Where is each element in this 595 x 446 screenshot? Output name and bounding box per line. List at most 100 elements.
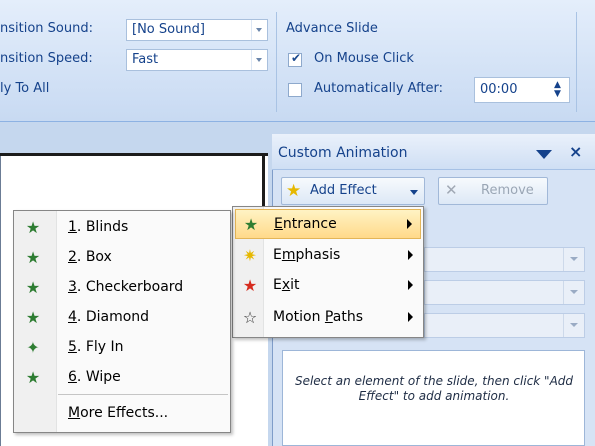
transition-speed-label: nsition Speed: [0,51,93,66]
add-effect-button[interactable]: ★ Add Effect [281,177,425,205]
pane-title: Custom Animation [278,145,408,161]
add-effect-star-icon: ★ [286,181,302,201]
menu-item-label: 1. Blinds [68,219,128,235]
menu-item-wipe[interactable]: ★ 6. Wipe [16,363,228,393]
menu-item-label: Entrance [274,216,337,232]
accelerator-key: P [324,309,333,325]
transition-sound-combo[interactable]: [No Sound] [126,19,268,41]
time-value: 00:00 [480,82,518,97]
menu-item-emphasis[interactable]: ✷ Emphasis [235,241,421,271]
menu-item-label: 2. Box [68,249,112,265]
menu-item-entrance[interactable]: ★ Entrance [235,209,421,239]
menu-item-text: . Box [76,249,112,265]
menu-item-label: 5. Fly In [68,339,124,355]
submenu-arrow-icon [408,312,413,322]
group-separator [576,12,577,112]
chevron-down-icon[interactable] [251,20,267,40]
spin-up-down-icon[interactable]: ▲ ▼ [554,81,561,99]
menu-item-label: 6. Wipe [68,369,121,385]
animation-hint-text: Select an element of the slide, then cli… [294,374,574,403]
group-separator [276,12,277,112]
green-star-icon: ★ [25,368,41,387]
transition-sound-label: nsition Sound: [0,21,93,36]
apply-to-all-button[interactable]: ly To All [0,81,49,96]
menu-item-text: ntrance [282,216,337,232]
yellow-star-icon: ✷ [243,246,257,265]
menu-item-exit[interactable]: ★ Exit [235,271,421,301]
green-star-icon: ★ [243,215,259,234]
accelerator-key: 1 [68,219,77,235]
green-star-icon: ★ [25,308,41,327]
accelerator-key: 3 [68,279,77,295]
remove-icon: ✕ [445,181,458,199]
chevron-down-icon [563,281,584,304]
remove-label: Remove [481,183,534,198]
checkmark-icon: ✔ [291,51,302,65]
menu-item-text: ore Effects... [80,405,169,421]
property-dropdown[interactable] [424,280,585,305]
menu-item-blinds[interactable]: ★ 1. Blinds [16,213,228,243]
menu-item-label: Exit [273,277,300,293]
menu-item-diamond[interactable]: ★ 4. Diamond [16,303,228,333]
menu-separator [58,394,228,395]
close-icon[interactable]: × [569,142,582,161]
accelerator-key: x [281,277,291,293]
menu-item-label: Emphasis [273,247,340,263]
accelerator-key: m [281,247,296,263]
start-dropdown[interactable] [424,247,585,272]
menu-item-text: . Blinds [76,219,129,235]
remove-button[interactable]: ✕ Remove [438,177,548,205]
fly-in-star-icon: ✦ [26,338,40,357]
accelerator-key: 6 [68,369,77,385]
menu-item-text: . Checkerboard [76,279,184,295]
accelerator-key: 2 [68,249,77,265]
menu-item-text: . Diamond [76,309,150,325]
accelerator-key: M [68,405,81,421]
menu-item-checkerboard[interactable]: ★ 3. Checkerboard [16,273,228,303]
accelerator-key: E [274,216,283,232]
menu-item-text: E [273,247,282,263]
slide-border [0,153,268,156]
outline-star-icon: ☆ [242,308,258,327]
green-star-icon: ★ [25,218,41,237]
menu-item-label: More Effects... [68,405,168,421]
menu-item-text: it [290,277,300,293]
menu-item-fly-in[interactable]: ✦ 5. Fly In [16,333,228,363]
transition-speed-value: Fast [132,52,159,67]
chevron-down-icon [563,314,584,337]
chevron-down-icon[interactable] [251,50,267,70]
on-mouse-click-checkbox[interactable]: ✔ [288,51,302,67]
chevron-down-icon [563,248,584,271]
menu-item-box[interactable]: ★ 2. Box [16,243,228,273]
submenu-arrow-icon [408,280,413,290]
menu-item-text: E [273,277,282,293]
advance-slide-title: Advance Slide [286,21,378,36]
transition-speed-combo[interactable]: Fast [126,49,268,71]
automatically-after-label: Automatically After: [314,81,444,96]
entrance-submenu: ★ 1. Blinds ★ 2. Box ★ 3. Checkerboard ★… [13,210,231,433]
pane-options-chevron-icon[interactable] [536,150,552,159]
menu-item-text: . Fly In [76,339,124,355]
menu-item-text: aths [332,309,363,325]
menu-item-label: 3. Checkerboard [68,279,183,295]
menu-item-label: 4. Diamond [68,309,149,325]
green-star-icon: ★ [25,248,41,267]
menu-item-text: phasis [295,247,341,263]
menu-item-motion-paths[interactable]: ☆ Motion Paths [235,303,421,333]
submenu-arrow-icon [407,219,412,229]
speed-dropdown[interactable] [424,313,585,338]
time-spinner[interactable]: 00:00 ▲ ▼ [474,77,570,103]
submenu-arrow-icon [408,250,413,260]
menu-item-text: . Wipe [76,369,121,385]
automatically-after-checkbox[interactable] [288,83,302,97]
red-star-icon: ★ [242,276,258,295]
menu-item-label: Motion Paths [273,309,363,325]
add-effect-label: Add Effect [310,183,377,198]
menu-item-more-effects[interactable]: More Effects... [16,399,228,429]
green-star-icon: ★ [25,278,41,297]
on-mouse-click-label: On Mouse Click [314,51,414,66]
transition-sound-value: [No Sound] [132,22,205,37]
chevron-down-icon [410,190,418,195]
menu-item-text: Motion [273,309,325,325]
accelerator-key: 4 [68,309,77,325]
